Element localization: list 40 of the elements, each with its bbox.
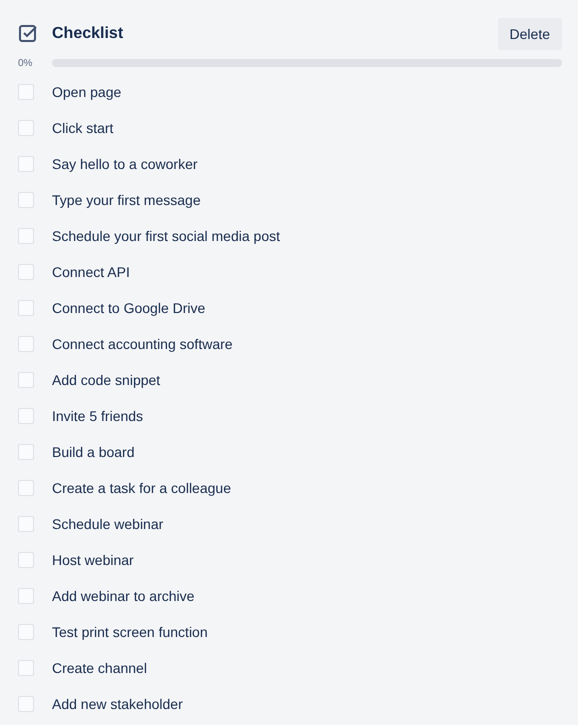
checklist-title: Checklist: [52, 25, 124, 43]
checkbox[interactable]: [18, 480, 34, 496]
checklist-item-label: Host webinar: [52, 552, 134, 568]
checkbox[interactable]: [18, 408, 34, 424]
checklist-item-label: Build a board: [52, 444, 135, 460]
checkbox[interactable]: [18, 120, 34, 136]
checkbox[interactable]: [18, 660, 34, 676]
checkbox[interactable]: [18, 264, 34, 280]
checkbox[interactable]: [18, 696, 34, 712]
checkbox[interactable]: [18, 300, 34, 316]
checklist-item-label: Add code snippet: [52, 372, 160, 388]
delete-button[interactable]: Delete: [498, 18, 562, 50]
checklist-item-label: Schedule webinar: [52, 516, 164, 532]
checklist-item-label: Add webinar to archive: [52, 588, 194, 604]
checklist-item-label: Say hello to a coworker: [52, 156, 198, 172]
checklist-item-label: Test print screen function: [52, 624, 208, 640]
checkbox[interactable]: [18, 588, 34, 604]
checklist-item-label: Create channel: [52, 660, 147, 676]
checkbox[interactable]: [18, 228, 34, 244]
checklist-item-label: Connect API: [52, 264, 130, 280]
checklist-item-label: Schedule your first social media post: [52, 228, 280, 244]
checkbox[interactable]: [18, 156, 34, 172]
checklist-item-label: Click start: [52, 120, 114, 136]
checklist-icon: [18, 24, 38, 44]
checklist-item-label: Connect to Google Drive: [52, 300, 206, 316]
checklist-item-label: Type your first message: [52, 192, 201, 208]
checklist-item-label: Add new stakeholder: [52, 696, 183, 712]
checkbox[interactable]: [18, 372, 34, 388]
checkbox[interactable]: [18, 192, 34, 208]
checklist-item-label: Invite 5 friends: [52, 408, 144, 424]
checkbox[interactable]: [18, 552, 34, 568]
checklist-item-label: Connect accounting software: [52, 336, 233, 352]
checkbox[interactable]: [18, 624, 34, 640]
checkbox[interactable]: [18, 444, 34, 460]
checklist-item-label: Create a task for a colleague: [52, 480, 231, 496]
checklist-item-label: Open page: [52, 84, 122, 100]
checkbox[interactable]: [18, 336, 34, 352]
checkbox[interactable]: [18, 84, 34, 100]
progress-percent: 0%: [18, 58, 34, 68]
checkbox[interactable]: [18, 516, 34, 532]
